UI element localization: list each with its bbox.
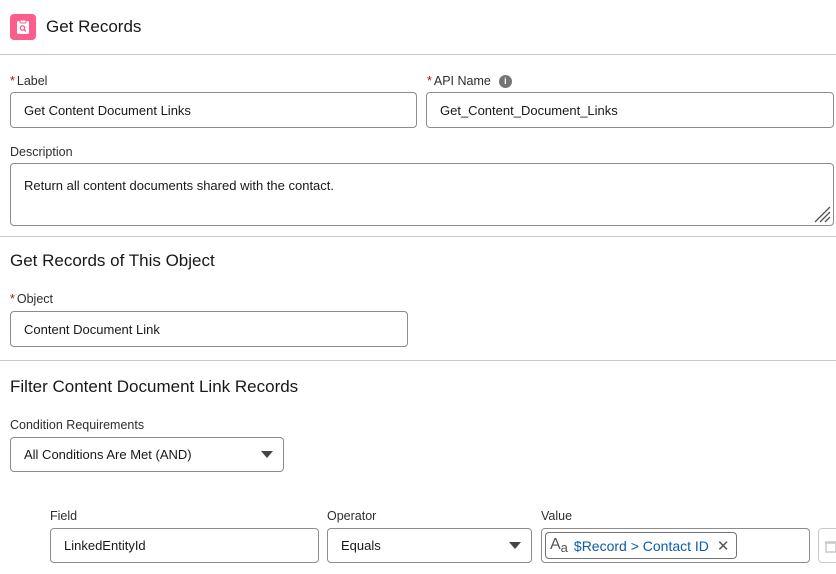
chevron-down-icon: [509, 542, 521, 549]
remove-pill-icon[interactable]: ✕: [717, 537, 730, 555]
operator-label: Operator: [327, 509, 377, 523]
condition-requirements-label: Condition Requirements: [10, 418, 145, 432]
divider: [0, 54, 836, 55]
operator-value: Equals: [341, 538, 381, 553]
value-pill-text: $Record > Contact ID: [573, 537, 709, 554]
label-input[interactable]: Get Content Document Links: [10, 92, 417, 128]
chevron-down-icon: [261, 451, 273, 458]
label-field-label: * Label: [10, 74, 48, 88]
condition-value: All Conditions Are Met (AND): [24, 447, 192, 462]
description-text: Return all content documents shared with…: [24, 178, 335, 193]
object-label: * Object: [10, 292, 54, 306]
divider: [0, 236, 836, 237]
description-textarea[interactable]: Return all content documents shared with…: [10, 163, 834, 226]
operator-select[interactable]: Equals: [327, 528, 532, 563]
value-input[interactable]: Aa $Record > Contact ID ✕: [541, 528, 810, 563]
api-name-field-label: * API Name i: [427, 74, 512, 88]
text-type-icon: Aa: [550, 536, 568, 555]
info-icon[interactable]: i: [498, 75, 512, 88]
divider: [0, 360, 836, 361]
api-name-input[interactable]: Get_Content_Document_Links: [426, 92, 834, 128]
field-input[interactable]: LinkedEntityId: [50, 528, 319, 563]
delete-condition-button[interactable]: [818, 528, 836, 563]
value-label: Value: [541, 509, 573, 523]
resize-handle-icon[interactable]: [811, 203, 831, 223]
page-title: Get Records: [46, 17, 142, 36]
trash-icon: [825, 541, 836, 553]
object-input[interactable]: Content Document Link: [10, 311, 408, 347]
get-records-icon: [10, 14, 36, 40]
description-label: Description: [10, 145, 73, 159]
object-section-heading: Get Records of This Object: [10, 251, 215, 270]
filter-section-heading: Filter Content Document Link Records: [10, 377, 299, 396]
field-label: Field: [50, 509, 78, 523]
condition-requirements-select[interactable]: All Conditions Are Met (AND): [10, 437, 284, 472]
value-pill[interactable]: Aa $Record > Contact ID ✕: [545, 532, 737, 559]
